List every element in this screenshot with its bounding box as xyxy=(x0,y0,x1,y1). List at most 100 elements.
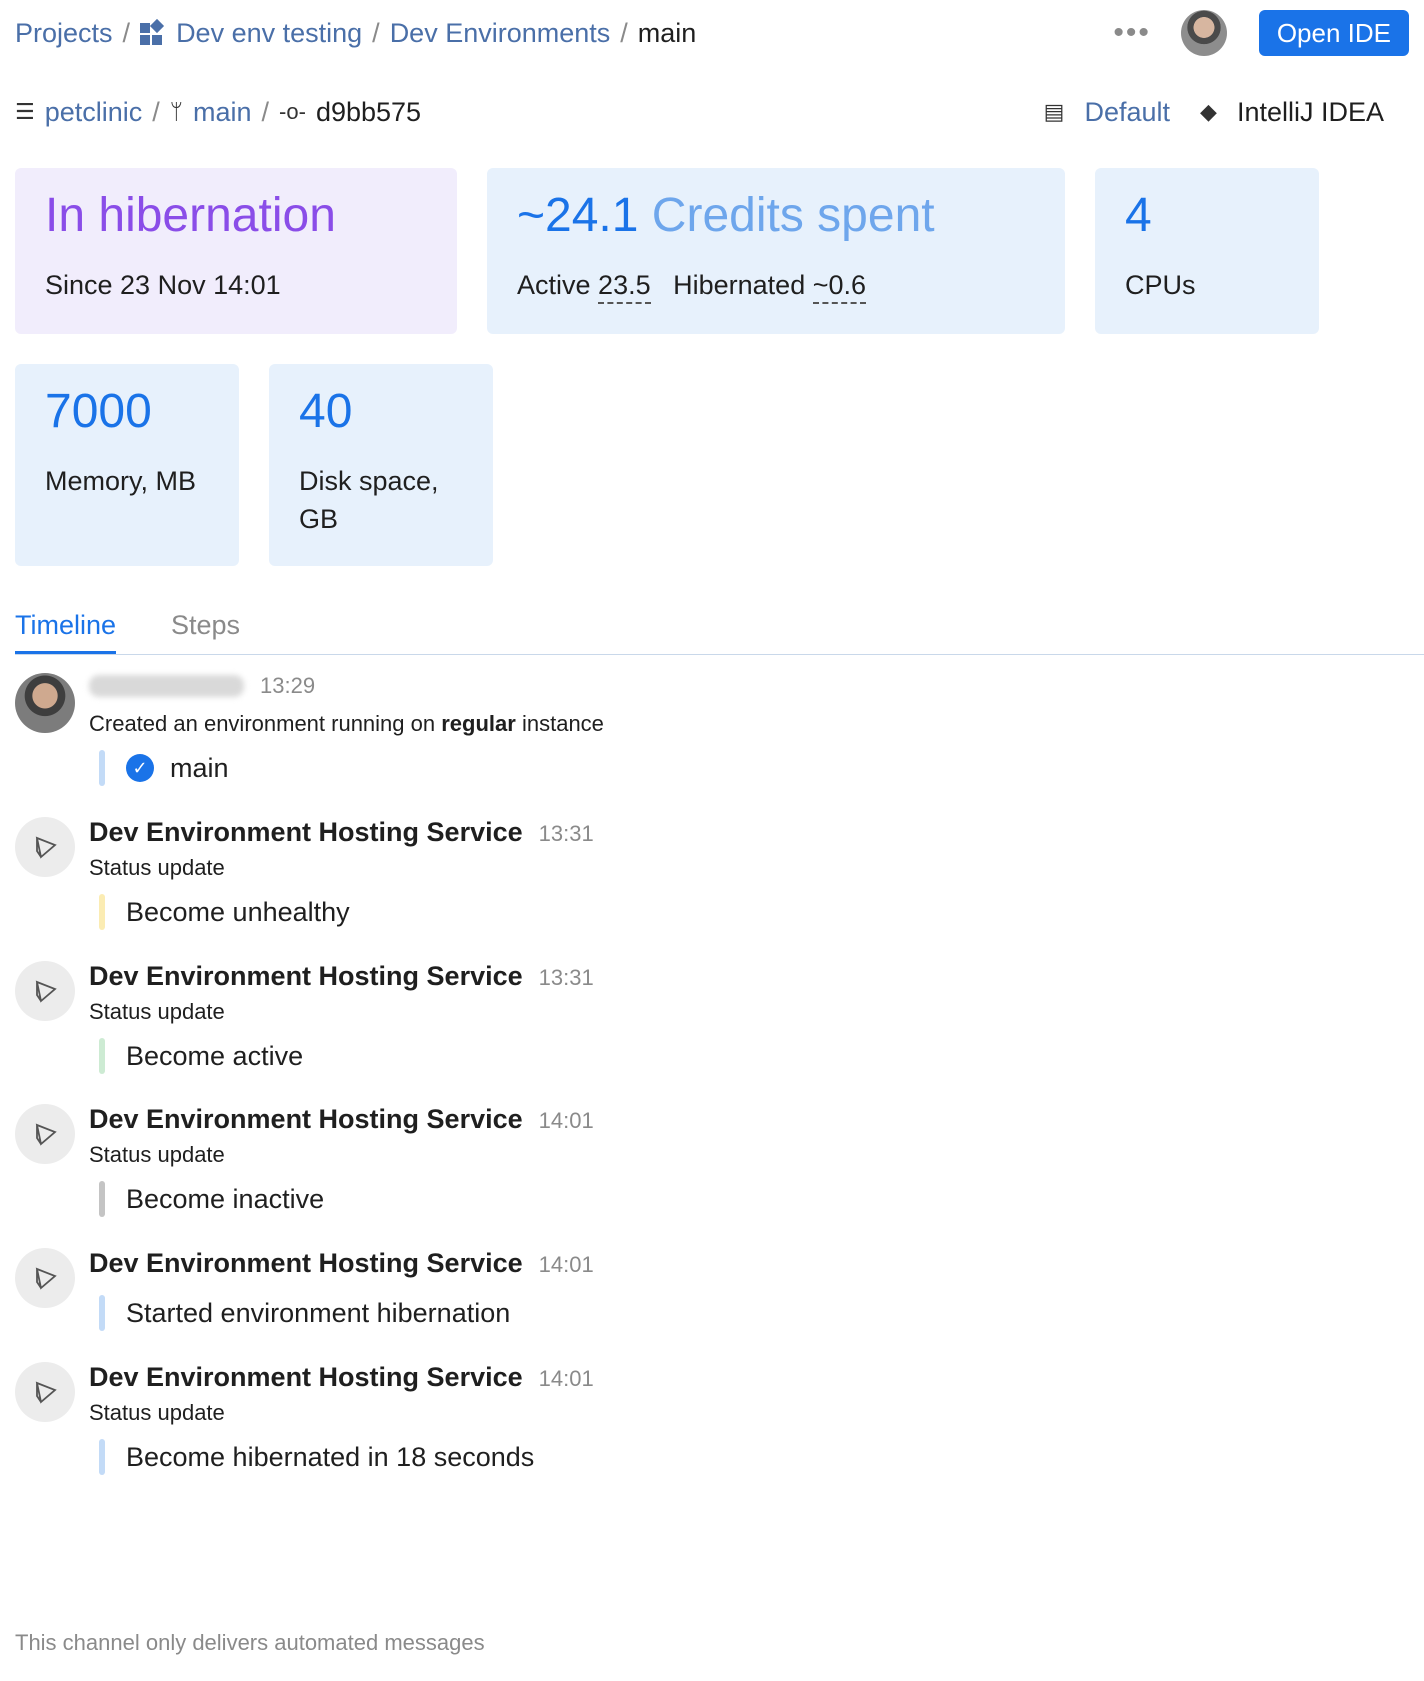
entry-header: 13:29 xyxy=(89,673,315,699)
breadcrumb-separator: / xyxy=(620,17,628,48)
instance-type: regular xyxy=(441,711,516,736)
status-text: Become unhealthy xyxy=(126,896,350,927)
entry-description: Status update xyxy=(89,1142,225,1167)
entry-time: 13:31 xyxy=(538,821,594,846)
breadcrumb-separator: / xyxy=(372,17,380,48)
entry-quote: Started environment hibernation xyxy=(99,1294,510,1332)
entry-quote: Become hibernated in 18 seconds xyxy=(99,1438,534,1476)
credits-card: ~24.1 Credits spent Active 23.5 Hibernat… xyxy=(487,168,1065,334)
timeline-entry: Dev Environment Hosting Service 14:01 St… xyxy=(15,1104,1409,1234)
credits-headline: ~24.1 Credits spent xyxy=(517,188,935,244)
cpus-label: CPUs xyxy=(1125,270,1196,300)
entry-time: 14:01 xyxy=(538,1108,594,1133)
breadcrumb-current: main xyxy=(637,17,697,48)
timeline-entry-created: 13:29 Created an environment running on … xyxy=(15,673,1409,793)
entry-description: Created an environment running on regula… xyxy=(89,711,604,737)
entry-description: Status update xyxy=(89,1400,225,1425)
commit-icon: -o- xyxy=(279,99,306,124)
hosting-service-icon xyxy=(35,980,57,1003)
active-label: Active xyxy=(517,270,591,300)
credits-label: Credits spent xyxy=(651,189,935,242)
hosting-service-icon xyxy=(35,1123,57,1146)
branch-name: main xyxy=(170,752,229,783)
breadcrumb-project[interactable]: Dev env testing xyxy=(176,18,362,49)
cpus-card: 4 CPUs xyxy=(1095,168,1319,334)
top-actions: ••• Open IDE xyxy=(1113,10,1409,56)
commit-hash: d9bb575 xyxy=(315,96,422,127)
quote-bar xyxy=(99,1295,105,1331)
entry-header: Dev Environment Hosting Service 13:31 xyxy=(89,961,594,992)
service-avatar xyxy=(15,961,75,1021)
desc-suffix: instance xyxy=(521,711,604,736)
ide-name: IntelliJ IDEA xyxy=(1236,96,1384,127)
tab-bar: Timeline Steps xyxy=(15,605,1424,655)
service-avatar xyxy=(15,1362,75,1422)
entry-time: 13:31 xyxy=(538,965,594,990)
disk-label: Disk space, GB xyxy=(299,462,439,538)
author-name[interactable]: Dev Environment Hosting Service xyxy=(89,1104,523,1135)
state-title: In hibernation xyxy=(45,189,336,242)
author-name[interactable]: Dev Environment Hosting Service xyxy=(89,1248,523,1279)
project-icon xyxy=(140,18,165,45)
status-text: Started environment hibernation xyxy=(126,1297,511,1328)
tab-steps[interactable]: Steps xyxy=(171,610,240,654)
check-icon: ✓ xyxy=(126,754,154,782)
author-name-redacted[interactable] xyxy=(89,675,244,697)
service-avatar xyxy=(15,1248,75,1308)
cpus-value: 4 xyxy=(1125,189,1152,242)
timeline-entry: Dev Environment Hosting Service 13:31 St… xyxy=(15,961,1409,1091)
repository-info: ☰ petclinic / ᛘ main / -o- d9bb575 ▤ Def… xyxy=(15,92,1409,132)
env-config: ▤ Default ◆ IntelliJ IDEA xyxy=(1044,97,1409,128)
author-name[interactable]: Dev Environment Hosting Service xyxy=(89,1362,523,1393)
quote-bar xyxy=(99,894,105,930)
entry-header: Dev Environment Hosting Service 14:01 xyxy=(89,1104,594,1135)
repository-link[interactable]: petclinic xyxy=(45,97,143,128)
active-credits-value[interactable]: 23.5 xyxy=(598,270,651,304)
intellij-icon: ◆ xyxy=(1200,99,1217,124)
credits-value: ~24.1 xyxy=(517,189,639,242)
repo-separator: / xyxy=(261,96,270,127)
repository-icon: ☰ xyxy=(15,99,35,124)
entry-time: 14:01 xyxy=(538,1366,594,1391)
quote-bar xyxy=(99,1038,105,1074)
service-avatar xyxy=(15,1104,75,1164)
entry-header: Dev Environment Hosting Service 14:01 xyxy=(89,1362,594,1393)
desc-prefix: Created an environment running on xyxy=(89,711,436,736)
entry-quote: Become unhealthy xyxy=(99,893,350,931)
more-menu-icon[interactable]: ••• xyxy=(1113,18,1151,48)
author-avatar[interactable] xyxy=(15,673,75,733)
entry-quote: Become active xyxy=(99,1037,303,1075)
branch-icon: ᛘ xyxy=(169,99,183,124)
memory-card: 7000 Memory, MB xyxy=(15,364,239,566)
status-text: Become inactive xyxy=(126,1183,325,1214)
quote-bar xyxy=(99,750,105,786)
hosting-service-icon xyxy=(35,836,57,859)
entry-header: Dev Environment Hosting Service 14:01 xyxy=(89,1248,594,1279)
quote-bar xyxy=(99,1181,105,1217)
author-name[interactable]: Dev Environment Hosting Service xyxy=(89,817,523,848)
warmup-default-link[interactable]: Default xyxy=(1084,97,1170,128)
breadcrumb-dev-environments[interactable]: Dev Environments xyxy=(390,18,611,49)
warmup-icon: ▤ xyxy=(1043,99,1065,124)
status-text: Become hibernated in 18 seconds xyxy=(126,1441,535,1472)
timeline-entry: Dev Environment Hosting Service 14:01 St… xyxy=(15,1248,1409,1348)
branch-link[interactable]: main xyxy=(193,97,252,128)
channel-footer-note: This channel only delivers automated mes… xyxy=(15,1630,485,1655)
disk-card: 40 Disk space, GB xyxy=(269,364,493,566)
user-avatar[interactable] xyxy=(1180,10,1227,56)
open-ide-button[interactable]: Open IDE xyxy=(1258,10,1409,56)
timeline-entry: Dev Environment Hosting Service 14:01 St… xyxy=(15,1362,1409,1492)
timeline-entry: Dev Environment Hosting Service 13:31 St… xyxy=(15,817,1409,947)
credits-breakdown: Active 23.5 Hibernated ~0.6 xyxy=(517,266,867,304)
author-name[interactable]: Dev Environment Hosting Service xyxy=(89,961,523,992)
entry-time: 14:01 xyxy=(538,1252,594,1277)
state-since: Since 23 Nov 14:01 xyxy=(45,270,281,300)
breadcrumb-projects[interactable]: Projects xyxy=(15,18,113,49)
disk-value: 40 xyxy=(299,385,353,438)
entry-header: Dev Environment Hosting Service 13:31 xyxy=(89,817,594,848)
hosting-service-icon xyxy=(35,1267,57,1290)
hibernated-credits-value[interactable]: ~0.6 xyxy=(812,270,867,304)
tab-timeline[interactable]: Timeline xyxy=(15,610,117,654)
hosting-service-icon xyxy=(35,1381,57,1404)
memory-label: Memory, MB xyxy=(45,466,197,496)
